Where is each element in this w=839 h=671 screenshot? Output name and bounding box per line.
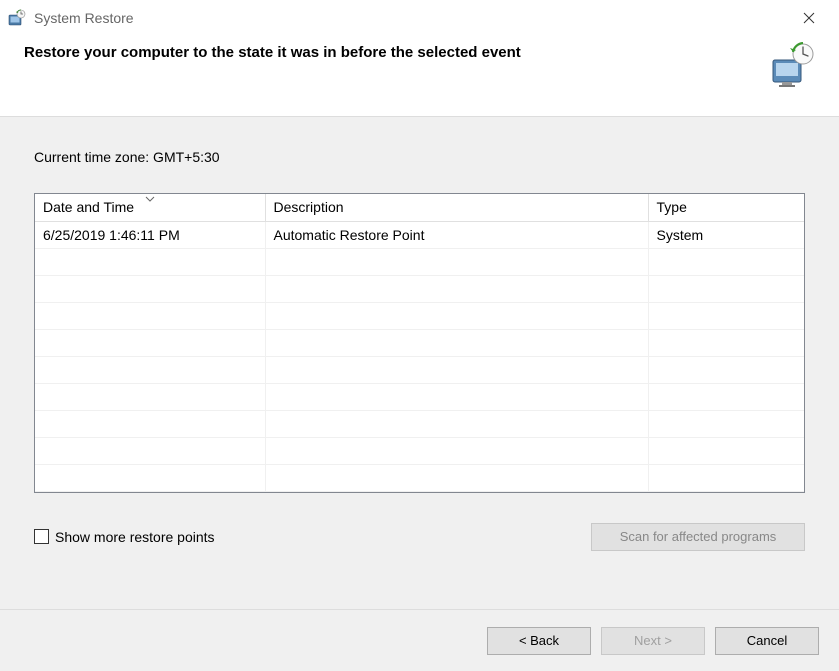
table-row xyxy=(35,437,804,464)
cell-datetime: 6/25/2019 1:46:11 PM xyxy=(35,221,265,248)
table-row xyxy=(35,248,804,275)
restore-large-icon xyxy=(769,42,815,88)
back-button[interactable]: < Back xyxy=(487,627,591,655)
sort-descending-icon xyxy=(145,194,155,204)
table-row[interactable]: 6/25/2019 1:46:11 PM Automatic Restore P… xyxy=(35,221,804,248)
column-header-type[interactable]: Type xyxy=(648,194,804,221)
table-row xyxy=(35,302,804,329)
cell-description: Automatic Restore Point xyxy=(265,221,648,248)
column-label: Type xyxy=(657,199,687,215)
close-button[interactable] xyxy=(789,4,829,32)
cancel-button[interactable]: Cancel xyxy=(715,627,819,655)
column-label: Date and Time xyxy=(43,199,134,215)
timezone-label: Current time zone: GMT+5:30 xyxy=(34,149,805,165)
footer-buttons: < Back Next > Cancel xyxy=(0,609,839,671)
content-area: Current time zone: GMT+5:30 Date and Tim… xyxy=(0,116,839,609)
system-restore-icon xyxy=(8,9,26,27)
table-row xyxy=(35,356,804,383)
restore-points-table: Date and Time Description Type xyxy=(34,193,805,493)
below-table-row: Show more restore points Scan for affect… xyxy=(34,523,805,551)
column-header-description[interactable]: Description xyxy=(265,194,648,221)
scan-affected-button[interactable]: Scan for affected programs xyxy=(591,523,805,551)
table-row xyxy=(35,410,804,437)
table-row xyxy=(35,329,804,356)
show-more-checkbox-row: Show more restore points xyxy=(34,529,215,545)
next-button[interactable]: Next > xyxy=(601,627,705,655)
table-row xyxy=(35,275,804,302)
system-restore-window: System Restore Restore your computer to … xyxy=(0,0,839,671)
table-row xyxy=(35,383,804,410)
header: Restore your computer to the state it wa… xyxy=(0,36,839,116)
show-more-label: Show more restore points xyxy=(55,529,215,545)
window-title: System Restore xyxy=(34,10,789,26)
table-row xyxy=(35,464,804,491)
cell-type: System xyxy=(648,221,804,248)
titlebar: System Restore xyxy=(0,0,839,36)
column-header-datetime[interactable]: Date and Time xyxy=(35,194,265,221)
column-label: Description xyxy=(274,199,344,215)
page-title: Restore your computer to the state it wa… xyxy=(24,42,521,61)
show-more-checkbox[interactable] xyxy=(34,529,49,544)
